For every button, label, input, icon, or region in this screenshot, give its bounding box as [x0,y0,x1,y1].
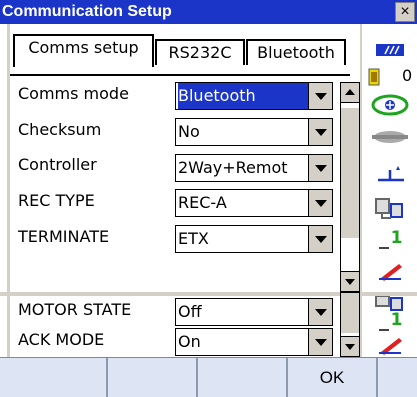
battery-status: 0 [362,66,417,86]
softkey-1[interactable] [0,358,106,397]
settings-panel-bottom: MOTOR STATE Off ACK MODE On [7,292,362,357]
motor-state-value: Off [178,302,202,321]
scroll-thumb[interactable] [341,293,359,333]
memory-indicator: 1 [362,310,417,332]
memory-icon [378,247,389,249]
checksum-label: Checksum [18,120,102,139]
softkey-5[interactable] [376,358,417,397]
terminate-select[interactable]: ETX [175,225,333,253]
status-sidebar-bottom: 1 [362,295,417,357]
controller-select[interactable]: 2Way+Remot [175,154,333,182]
terminate-value: ETX [178,229,209,248]
comm-icon [362,196,417,224]
chevron-down-icon[interactable] [308,119,332,145]
checksum-select[interactable]: No [175,118,333,146]
scroll-down-button[interactable] [341,336,359,356]
target-icon [362,94,417,120]
memory-count: 1 [390,228,403,248]
softkey-3[interactable] [196,358,286,397]
close-button[interactable]: × [395,2,415,22]
tilt-icon [362,162,417,188]
signal-icon [362,42,417,61]
chevron-down-icon[interactable] [308,329,332,355]
window-title: Communication Setup [2,3,172,20]
motor-state-select[interactable]: Off [175,298,333,326]
memory-icon [378,329,389,331]
rec-type-label: REC TYPE [18,191,95,210]
memory-indicator: 1 [362,228,417,250]
controller-value: 2Way+Remot [178,158,288,177]
chevron-down-icon[interactable] [308,83,332,109]
chevron-down-icon[interactable] [308,190,332,216]
controller-label: Controller [18,155,97,174]
battery-count: 0 [401,66,413,85]
ack-mode-value: On [178,332,201,351]
memory-count: 1 [390,310,403,330]
rec-type-value: REC-A [178,193,227,212]
scroll-up-button[interactable] [341,83,359,103]
title-bar: Communication Setup × [0,0,417,24]
scroll-down-button[interactable] [341,271,359,291]
chevron-down-icon[interactable] [308,226,332,252]
chevron-down-icon[interactable] [308,155,332,181]
scrollbar-bottom[interactable] [340,292,360,357]
scrollbar-top[interactable] [340,82,360,292]
ack-mode-label: ACK MODE [18,330,105,349]
softkey-bar: OK [0,357,417,397]
rec-type-select[interactable]: REC-A [175,189,333,217]
motor-state-label: MOTOR STATE [18,300,132,319]
tab-comms-setup[interactable]: Comms setup [13,34,154,67]
ok-button[interactable]: OK [286,358,376,397]
checksum-value: No [178,122,200,141]
edit-icon [362,260,417,286]
tab-bar: Comms setup RS232C Bluetooth [10,34,350,76]
tab-bluetooth[interactable]: Bluetooth [246,39,346,65]
chevron-down-icon[interactable] [308,299,332,325]
tab-rs232c[interactable]: RS232C [155,39,245,65]
comms-mode-label: Comms mode [18,84,129,103]
status-sidebar-top: 0 1 [362,24,417,292]
tab-underline [10,74,350,76]
scroll-thumb[interactable] [341,108,359,238]
settings-panel-top: Comms setup RS232C Bluetooth Comms mode … [7,24,362,292]
comms-mode-value: Bluetooth [178,83,308,109]
terminate-label: TERMINATE [18,227,110,246]
softkey-2[interactable] [106,358,196,397]
battery-icon [368,68,380,85]
ack-mode-select[interactable]: On [175,328,333,356]
comms-mode-select[interactable]: Bluetooth [175,82,333,110]
prism-icon [362,129,417,149]
